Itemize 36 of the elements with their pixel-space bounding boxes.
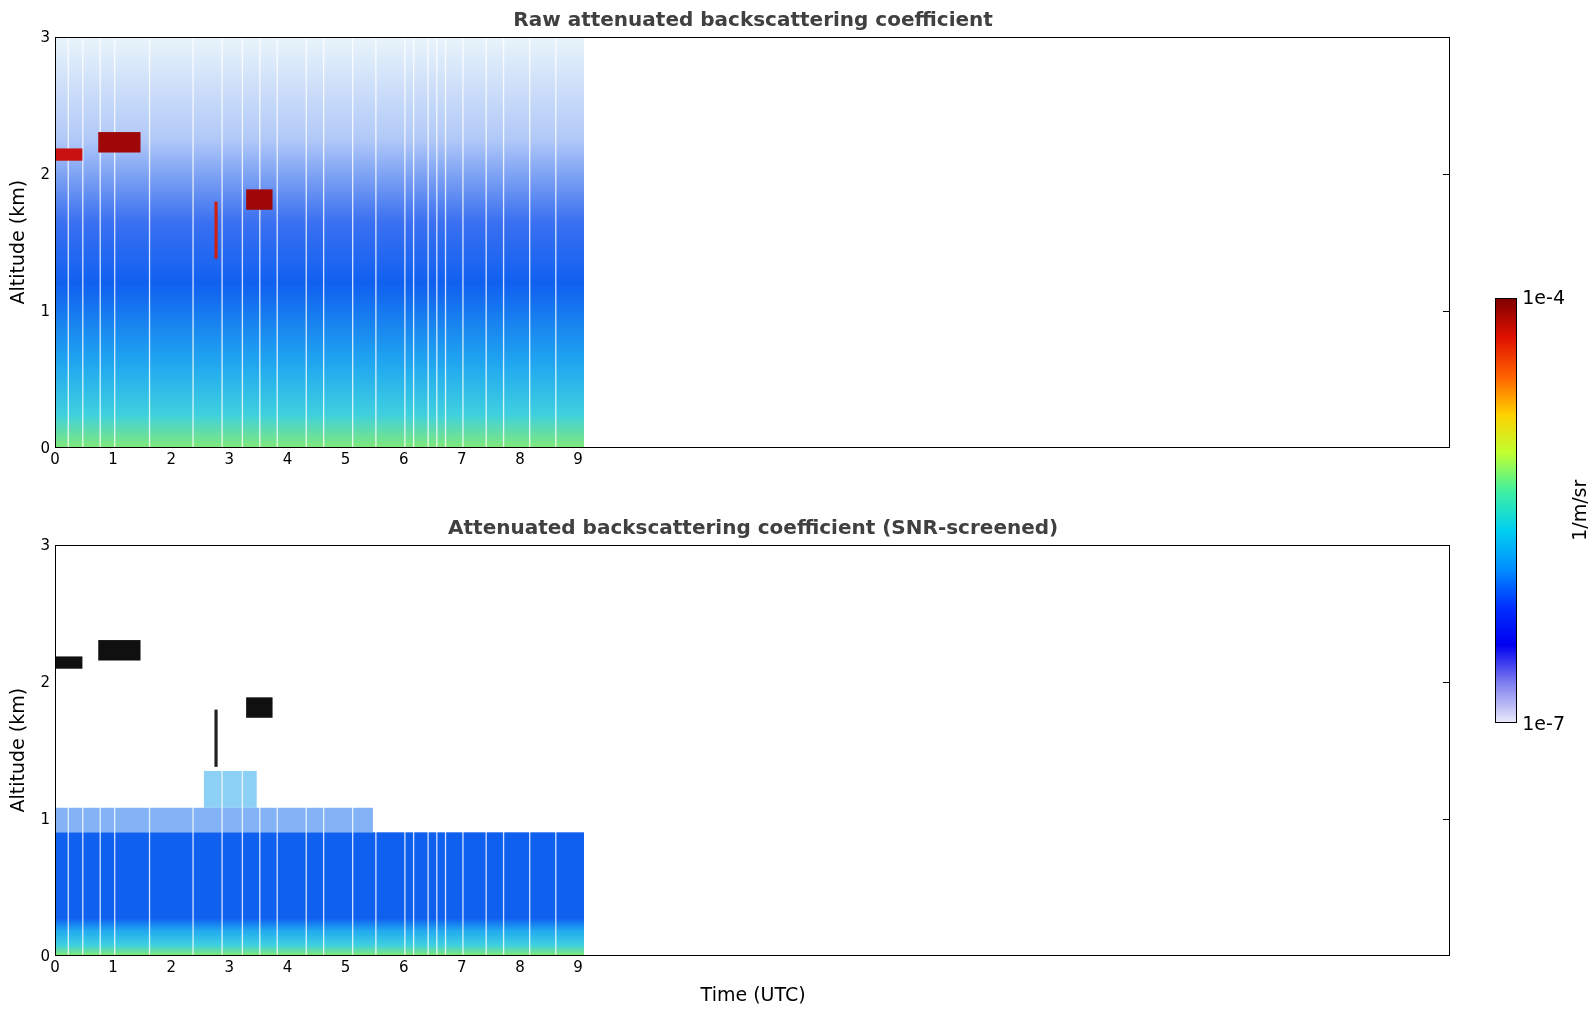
x-tick-label: 1 xyxy=(108,452,118,467)
plot-title: Attenuated backscattering coefficient (SNR-screened) xyxy=(448,513,1059,541)
x-tick-label: 5 xyxy=(340,960,351,975)
x-tick-label: 7 xyxy=(457,452,467,467)
x-axis-label: Time (UTC) xyxy=(700,982,806,1007)
x-tick-label: 3 xyxy=(224,960,235,975)
x-tick-label: 2 xyxy=(166,960,176,975)
x-tick-label: 6 xyxy=(399,960,409,975)
x-tick-label: 9 xyxy=(573,960,583,975)
x-tick-label: 1 xyxy=(108,960,118,975)
colorbar-min-label: 1e-7 xyxy=(1522,713,1565,733)
y-tick-label: 0 xyxy=(40,440,50,456)
x-tick-label: 5 xyxy=(340,452,351,467)
plot-title: Raw attenuated backscattering coefficient xyxy=(513,5,993,33)
colorbar-label: 1/m/sr xyxy=(1567,479,1592,541)
y-axis-label: Altitude (km) xyxy=(4,688,29,813)
x-tick-label: 8 xyxy=(515,452,525,467)
x-tick-label: 8 xyxy=(515,960,525,975)
y-tick-label: 3 xyxy=(40,537,50,553)
y-tick-label: 0 xyxy=(40,948,50,964)
x-tick-label: 4 xyxy=(282,960,293,975)
y-tick-label: 1 xyxy=(40,303,50,319)
x-tick-label: 0 xyxy=(50,960,60,975)
y-tick-label: 3 xyxy=(40,29,50,45)
y-axis-label: Altitude (km) xyxy=(4,180,29,305)
x-tick-label: 4 xyxy=(282,452,293,467)
x-tick-label: 0 xyxy=(50,452,60,467)
colorbar-max-label: 1e-4 xyxy=(1522,287,1565,307)
y-tick-label: 1 xyxy=(40,811,50,827)
y-tick-label: 2 xyxy=(40,674,50,690)
x-tick-label: 9 xyxy=(573,452,583,467)
y-tick-label: 2 xyxy=(40,166,50,182)
x-tick-label: 2 xyxy=(166,452,176,467)
x-tick-label: 6 xyxy=(399,452,409,467)
x-tick-label: 3 xyxy=(224,452,235,467)
x-tick-label: 7 xyxy=(457,960,467,975)
